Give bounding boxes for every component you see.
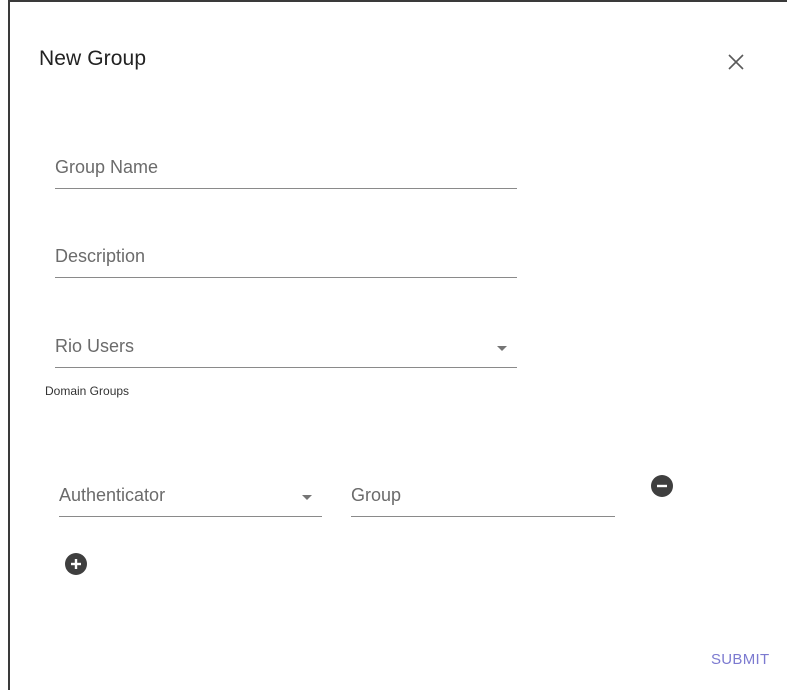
close-button[interactable] (724, 50, 748, 74)
users-select[interactable]: Rio Users (55, 332, 517, 368)
remove-domain-group-button[interactable] (651, 475, 673, 497)
authenticator-select[interactable]: Authenticator (59, 481, 322, 517)
authenticator-select-label: Authenticator (59, 485, 166, 505)
description-input[interactable] (55, 242, 517, 270)
description-field[interactable] (55, 242, 517, 278)
plus-circle-icon (71, 559, 81, 569)
chevron-down-icon (497, 346, 507, 351)
group-name-field[interactable] (55, 153, 517, 189)
users-select-value: Rio Users (55, 336, 135, 356)
chevron-down-icon (302, 495, 312, 500)
domain-group-field[interactable] (351, 481, 615, 517)
close-icon (728, 54, 744, 70)
dialog-title: New Group (39, 47, 147, 70)
submit-button[interactable]: SUBMIT (711, 651, 769, 668)
domain-group-input[interactable] (351, 481, 615, 509)
domain-groups-label: Domain Groups (45, 384, 130, 398)
new-group-dialog: New Group Rio Users Domain Groups Authen… (8, 0, 787, 690)
minus-circle-icon (657, 484, 667, 488)
group-name-input[interactable] (55, 153, 517, 181)
add-domain-group-button[interactable] (65, 553, 87, 575)
